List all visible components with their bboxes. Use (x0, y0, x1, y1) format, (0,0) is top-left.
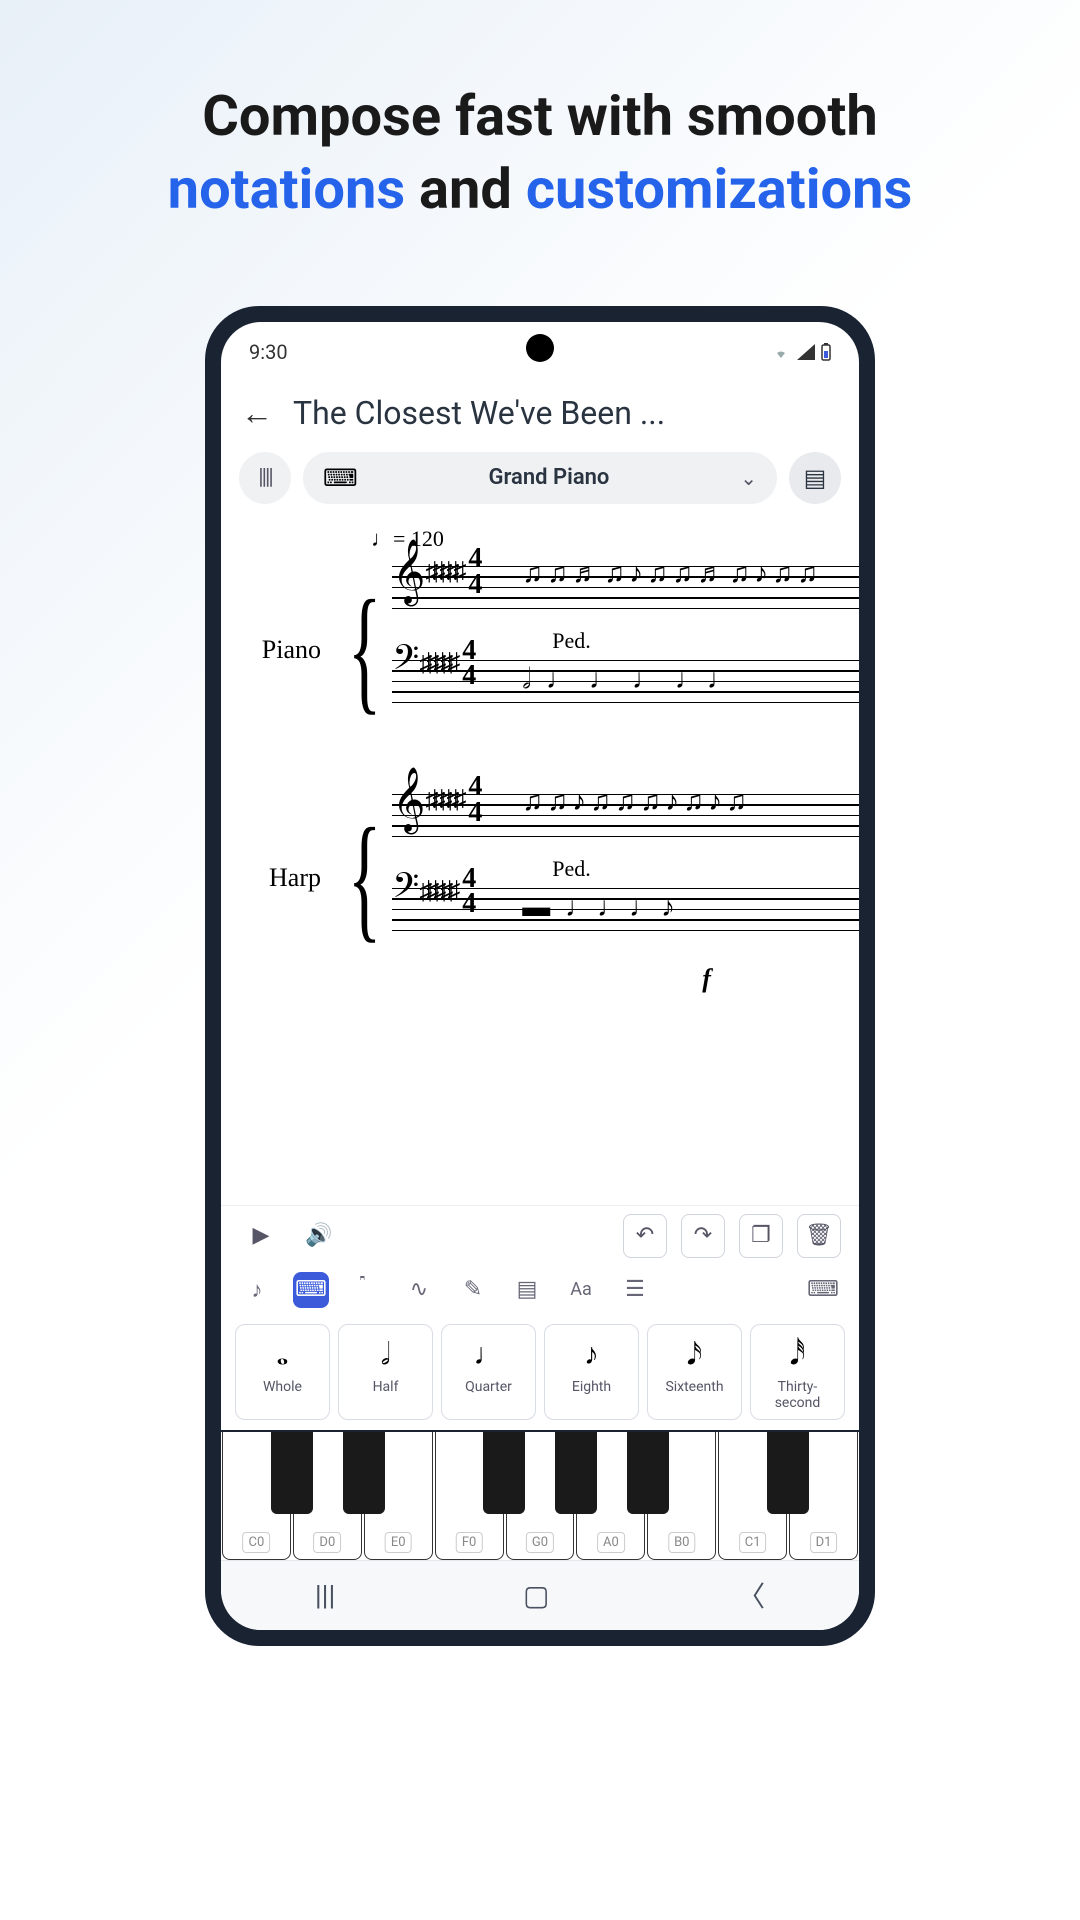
time-signature: 44 (462, 866, 476, 916)
delete-button[interactable]: 🗑 (797, 1214, 841, 1258)
status-time: 9:30 (249, 340, 288, 364)
time-signature: 44 (468, 774, 482, 824)
tab-articulation[interactable]: 𝆪 (347, 1272, 383, 1308)
piano-keyboard: C0 D0 E0 F0 G0 A0 B0 C1 D1 (221, 1430, 859, 1560)
app-header: ← The Closest We've Been ... (221, 378, 859, 452)
bars-icon: |||| (258, 465, 271, 490)
key-signature: ♯♯♯♯♯ (419, 648, 454, 678)
volume-button[interactable]: 🔊 (297, 1214, 341, 1258)
instrument-selector[interactable]: ⌨ Grand Piano ⌄ (303, 452, 777, 504)
phone-screen: 9:30 ← The Closest We've Been ... |||| ⌨… (221, 322, 859, 1630)
nav-back[interactable]: 〈 (737, 1575, 765, 1615)
tab-ornament[interactable]: ∿ (401, 1272, 437, 1308)
headline-line1: Compose fast with smooth (202, 83, 877, 149)
play-button[interactable]: ▶ (239, 1214, 283, 1258)
nav-recents[interactable]: ||| (315, 1579, 336, 1612)
instrument-name-piano: Piano (241, 635, 331, 665)
undo-button[interactable]: ↶ (623, 1214, 667, 1258)
note-quarter[interactable]: ♩Quarter (441, 1324, 536, 1420)
notes: 𝅗𝅥 ♩ ♩ ♩ ♩♩ (522, 662, 859, 722)
comment-icon: ▤ (804, 464, 827, 492)
key-ds0[interactable] (343, 1432, 385, 1514)
treble-staff: 𝄞 ♯♯♯♯♯ 44 ♫♫♪♫♫♫♪♫♪♫ (392, 784, 859, 844)
brace-icon: { (348, 808, 382, 948)
note-eighth[interactable]: ♪Eighth (544, 1324, 639, 1420)
signal-icon (797, 344, 815, 360)
key-cs1[interactable] (767, 1432, 809, 1514)
bass-staff: 𝄢 ♯♯♯♯♯ 44 ▬ ♩♩♩♪ (392, 878, 859, 938)
chevron-down-icon: ⌄ (740, 466, 757, 490)
key-gs0[interactable] (555, 1432, 597, 1514)
key-cs0[interactable] (271, 1432, 313, 1514)
bass-clef-icon: 𝄢 (392, 870, 419, 912)
tool-tabs: ♪ ⌨ 𝆪 ∿ ✎ ▤ Aa ☰ ⌨ (221, 1266, 859, 1318)
tab-text[interactable]: Aa (563, 1272, 599, 1308)
note-thirtysecond[interactable]: 𝅘𝅥𝅰Thirty-second (750, 1324, 845, 1420)
headline-notations: notations (168, 156, 405, 222)
brace-icon: { (348, 580, 382, 720)
tab-note[interactable]: ♪ (239, 1272, 275, 1308)
toolbar-top: |||| ⌨ Grand Piano ⌄ ▤ (221, 452, 859, 516)
instrument-label: Grand Piano (372, 465, 727, 490)
tab-keyboard[interactable]: ⌨ (293, 1272, 329, 1308)
page-title: The Closest We've Been ... (293, 394, 665, 432)
instrument-name-harp: Harp (241, 863, 331, 893)
battery-icon (821, 343, 831, 361)
view-mode-button[interactable]: |||| (239, 452, 291, 504)
nav-home[interactable]: ▢ (523, 1579, 549, 1612)
time-signature: 44 (462, 638, 476, 688)
android-nav-bar: ||| ▢ 〈 (221, 1560, 859, 1630)
camera-notch (526, 334, 554, 362)
headline-customizations: customizations (526, 156, 912, 222)
key-as0[interactable] (627, 1432, 669, 1514)
tab-edit[interactable]: ✎ (455, 1272, 491, 1308)
wifi-icon (771, 344, 791, 360)
note-half[interactable]: 𝅗𝅥Half (338, 1324, 433, 1420)
dynamic-mark: f (702, 964, 711, 994)
playback-bar: ▶ 🔊 ↶ ↷ ❐ 🗑 (221, 1205, 859, 1266)
staff-group-harp: Harp { 𝄞 ♯♯♯♯♯ 44 ♫♫♪♫♫♫♪♫♪♫ Ped. (241, 784, 859, 972)
notes: ♫♫♬♫♪♫♫♬♫♪♫♫ (522, 556, 859, 616)
note-whole[interactable]: 𝅝Whole (235, 1324, 330, 1420)
status-icons (771, 343, 831, 361)
notes: ▬ ♩♩♩♪ (522, 890, 859, 950)
key-signature: ♯♯♯♯♯ (425, 557, 460, 587)
marketing-headline: Compose fast with smooth notations and c… (40, 80, 1040, 226)
bass-clef-icon: 𝄢 (392, 642, 419, 684)
redo-button[interactable]: ↷ (681, 1214, 725, 1258)
time-signature: 44 (468, 546, 482, 596)
key-signature: ♯♯♯♯♯ (425, 785, 460, 815)
note-values-row: 𝅝Whole 𝅗𝅥Half ♩Quarter ♪Eighth 𝅘𝅥𝅯Sixtee… (221, 1318, 859, 1430)
notes: ♫♫♪♫♫♫♪♫♪♫ (522, 784, 859, 844)
key-fs0[interactable] (483, 1432, 525, 1514)
hide-keyboard-button[interactable]: ⌨ (805, 1272, 841, 1308)
treble-clef-icon: 𝄞 (392, 544, 425, 600)
marketing-header: Compose fast with smooth notations and c… (0, 0, 1080, 266)
tab-measure[interactable]: ▤ (509, 1272, 545, 1308)
key-signature: ♯♯♯♯♯ (419, 876, 454, 906)
headline-and: and (405, 156, 526, 222)
sheet-music[interactable]: ♩= 120 Piano { 𝄞 ♯♯♯♯♯ 44 ♫♫♬♫♪♫♫♬♫♪♫♫ P… (221, 516, 859, 1205)
staff-group-piano: Piano { 𝄞 ♯♯♯♯♯ 44 ♫♫♬♫♪♫♫♬♫♪♫♫ Ped. (241, 556, 859, 744)
note-sixteenth[interactable]: 𝅘𝅥𝅯Sixteenth (647, 1324, 742, 1420)
piano-icon: ⌨ (323, 464, 358, 492)
bass-staff: 𝄢 ♯♯♯♯♯ 44 𝅗𝅥 ♩ ♩ ♩ ♩♩ (392, 650, 859, 710)
phone-frame: 9:30 ← The Closest We've Been ... |||| ⌨… (205, 306, 875, 1646)
comments-button[interactable]: ▤ (789, 452, 841, 504)
tab-tablature[interactable]: ☰ (617, 1272, 653, 1308)
copy-button[interactable]: ❐ (739, 1214, 783, 1258)
treble-staff: 𝄞 ♯♯♯♯♯ 44 ♫♫♬♫♪♫♫♬♫♪♫♫ (392, 556, 859, 616)
treble-clef-icon: 𝄞 (392, 772, 425, 828)
back-button[interactable]: ← (241, 394, 273, 432)
